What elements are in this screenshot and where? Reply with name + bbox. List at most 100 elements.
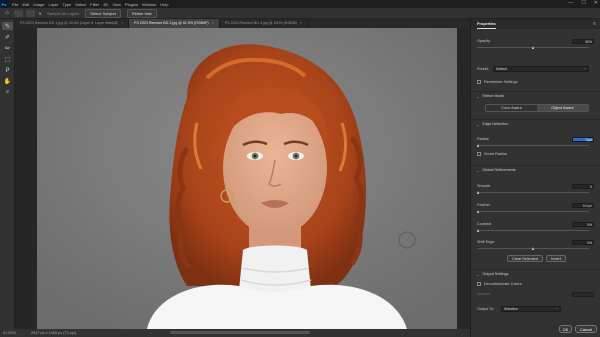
smooth-slider[interactable] bbox=[477, 191, 589, 194]
color-aware-button[interactable]: Color Aware bbox=[486, 105, 537, 111]
tool-panel: ✎ ✐ ✏ ⬚ ᑭ ✋ ⌕ bbox=[0, 19, 15, 329]
remember-settings-row[interactable]: Remember Settings bbox=[477, 80, 594, 84]
contrast-label: Contrast bbox=[477, 222, 492, 226]
chevron-down-icon: ⌄ bbox=[476, 271, 480, 277]
output-settings-heading: Output Settings bbox=[482, 272, 509, 276]
feather-value[interactable]: 0.0 px bbox=[572, 202, 594, 208]
quick-selection-icon[interactable]: ✎ bbox=[2, 22, 13, 30]
smart-radius-row[interactable]: Smart Radius bbox=[477, 152, 594, 156]
menu-window[interactable]: Window bbox=[142, 2, 156, 7]
menu-type[interactable]: Type bbox=[63, 2, 72, 7]
edge-detection-heading: Edge Detection bbox=[482, 122, 509, 126]
remember-settings-label: Remember Settings bbox=[484, 80, 518, 84]
menu-file[interactable]: File bbox=[12, 2, 18, 7]
contrast-value[interactable]: 0% bbox=[572, 221, 594, 227]
opacity-value[interactable]: 50% bbox=[572, 38, 594, 44]
horizontal-scrollbar[interactable] bbox=[170, 331, 310, 334]
zoom-icon[interactable]: ⌕ bbox=[2, 88, 13, 96]
edge-detection-section[interactable]: ⌄ Edge Detection bbox=[471, 119, 600, 128]
shift-edge-label: Shift Edge bbox=[477, 240, 495, 244]
maximize-icon[interactable]: ☐ bbox=[581, 0, 585, 6]
close-icon[interactable]: ✕ bbox=[594, 0, 598, 6]
output-settings-section[interactable]: ⌄ Output Settings bbox=[471, 269, 600, 278]
slider-knob[interactable] bbox=[477, 229, 479, 232]
document-info: 2047 px x 1463 px (72 ppi) bbox=[31, 331, 76, 335]
home-icon[interactable]: ⌂ bbox=[3, 9, 11, 17]
lasso-icon[interactable]: ᑭ bbox=[2, 66, 13, 74]
smart-radius-label: Smart Radius bbox=[484, 152, 508, 156]
zoom-level[interactable]: 51.52% bbox=[3, 331, 27, 335]
decontaminate-checkbox[interactable] bbox=[477, 282, 481, 286]
chevron-down-icon: ⌄ bbox=[476, 93, 480, 99]
preset-dropdown[interactable]: Default bbox=[493, 66, 589, 72]
shift-edge-row: Shift Edge 0% bbox=[477, 239, 594, 245]
feather-row: Feather 0.0 px bbox=[477, 202, 594, 208]
ok-button[interactable]: OK bbox=[559, 325, 572, 333]
canvas-area[interactable] bbox=[15, 28, 470, 329]
shift-edge-value[interactable]: 0% bbox=[572, 239, 594, 245]
cancel-button[interactable]: Cancel bbox=[575, 325, 597, 333]
slider-knob[interactable] bbox=[477, 191, 479, 194]
global-refinements-heading: Global Refinements bbox=[482, 168, 516, 172]
tab-label: PS 2023 Remove BG 4.jpg @ 100% (RGB/8) bbox=[224, 21, 297, 25]
slider-knob[interactable] bbox=[477, 210, 479, 213]
remember-settings-checkbox[interactable] bbox=[477, 80, 481, 84]
add-to-selection-icon[interactable] bbox=[26, 9, 35, 17]
close-tab-icon[interactable]: × bbox=[212, 21, 214, 25]
tool-preset-picker[interactable] bbox=[14, 9, 23, 17]
panel-menu-icon[interactable]: ≡ bbox=[593, 21, 596, 27]
clear-selection-button[interactable]: Clear Selection bbox=[507, 255, 543, 262]
refine-mode-section[interactable]: ⌄ Refine Mode bbox=[471, 91, 600, 100]
refine-hair-button[interactable]: Refine Hair bbox=[126, 8, 157, 18]
brush-icon[interactable]: ✐ bbox=[2, 33, 13, 41]
document-canvas[interactable] bbox=[37, 28, 457, 329]
slider-knob[interactable] bbox=[532, 247, 534, 250]
menu-bar: Ps File Edit Image Layer Type Select Fil… bbox=[0, 0, 600, 8]
global-refinements-section[interactable]: ⌄ Global Refinements bbox=[471, 165, 600, 174]
refine-edge-brush-icon[interactable]: ✏ bbox=[2, 44, 13, 52]
output-to-label: Output To: bbox=[477, 307, 495, 311]
menu-help[interactable]: Help bbox=[160, 2, 168, 7]
slider-knob[interactable] bbox=[532, 46, 534, 49]
chevron-down-icon: ⌄ bbox=[476, 121, 480, 127]
menu-view[interactable]: View bbox=[112, 2, 121, 7]
shift-edge-slider[interactable] bbox=[477, 247, 589, 250]
menu-3d[interactable]: 3D bbox=[103, 2, 108, 7]
select-subject-button[interactable]: Select Subject bbox=[85, 8, 121, 18]
invert-button[interactable]: Invert bbox=[546, 255, 566, 262]
tab-remove-bg-4[interactable]: PS 2023 Remove BG 4.jpg @ 100% (RGB/8) × bbox=[220, 19, 308, 28]
opacity-slider[interactable] bbox=[477, 46, 589, 49]
decontaminate-row[interactable]: Decontaminate Colors bbox=[477, 282, 594, 286]
radius-value[interactable]: 0 px bbox=[572, 136, 594, 142]
minimize-icon[interactable]: — bbox=[568, 0, 573, 6]
menu-layer[interactable]: Layer bbox=[48, 2, 58, 7]
radius-slider[interactable] bbox=[477, 144, 589, 147]
properties-panel: Properties ≡ Opacity 50% Preset: Default… bbox=[470, 19, 600, 337]
object-aware-button[interactable]: Object Aware bbox=[537, 105, 588, 111]
slider-knob[interactable] bbox=[477, 144, 479, 147]
feather-slider[interactable] bbox=[477, 210, 589, 213]
menu-plugins[interactable]: Plugins bbox=[125, 2, 138, 7]
menu-image[interactable]: Image bbox=[33, 2, 44, 7]
menu-filter[interactable]: Filter bbox=[90, 2, 99, 7]
close-tab-icon[interactable]: × bbox=[300, 21, 302, 25]
brush-size-value[interactable]: 5 bbox=[39, 11, 41, 16]
sample-all-layers-checkbox[interactable]: Sample All Layers bbox=[47, 11, 79, 16]
chevron-down-icon: ⌄ bbox=[476, 167, 480, 173]
contrast-slider[interactable] bbox=[477, 229, 589, 232]
close-tab-icon[interactable]: × bbox=[121, 21, 123, 25]
hand-icon[interactable]: ✋ bbox=[2, 77, 13, 85]
photoshop-logo-icon: Ps bbox=[0, 0, 8, 8]
tab-remove-bg-1[interactable]: PS 2023 Remove BG 1.jpg @ 33.4% (Layer 0… bbox=[15, 19, 130, 28]
output-to-dropdown[interactable]: Selection bbox=[501, 306, 561, 312]
menu-select[interactable]: Select bbox=[75, 2, 86, 7]
document-tabs: PS 2023 Remove BG 1.jpg @ 33.4% (Layer 0… bbox=[15, 19, 470, 28]
menu-edit[interactable]: Edit bbox=[22, 2, 29, 7]
properties-tab[interactable]: Properties bbox=[477, 20, 496, 29]
tab-remove-bg-3[interactable]: PS 2023 Remove BG 3.jpg @ 51.5% (RGB/8*)… bbox=[129, 19, 220, 28]
refine-mode-heading: Refine Mode bbox=[482, 94, 504, 98]
smooth-value[interactable]: 0 bbox=[572, 183, 594, 189]
opacity-row: Opacity 50% bbox=[477, 38, 594, 44]
object-selection-icon[interactable]: ⬚ bbox=[2, 55, 13, 63]
smart-radius-checkbox[interactable] bbox=[477, 152, 481, 156]
